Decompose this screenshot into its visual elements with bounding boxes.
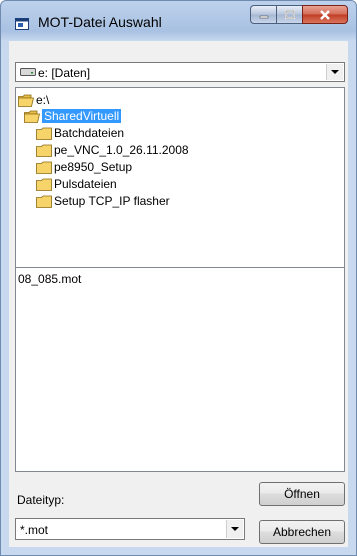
dialog-window: MOT-Datei Auswahl e: [Daten] e:\ SharedV… bbox=[0, 0, 357, 556]
drive-combo-arrow[interactable] bbox=[326, 64, 343, 80]
filetype-combo[interactable]: *.mot bbox=[15, 518, 245, 540]
folder-icon bbox=[36, 195, 52, 208]
filetype-label: Dateityp: bbox=[17, 493, 65, 507]
drive-combo-value: e: [Daten] bbox=[38, 66, 91, 80]
folder-label: SharedVirtuell bbox=[42, 109, 122, 123]
folder-icon bbox=[36, 161, 52, 174]
chevron-down-icon bbox=[331, 70, 339, 74]
close-button[interactable] bbox=[302, 5, 348, 24]
drive-combo[interactable]: e: [Daten] bbox=[15, 62, 345, 82]
folder-item-root[interactable]: e:\ bbox=[18, 92, 49, 108]
folder-label: Pulsdateien bbox=[54, 177, 117, 191]
window-title: MOT-Datei Auswahl bbox=[38, 14, 162, 30]
open-folder-icon bbox=[24, 110, 40, 123]
open-button[interactable]: Öffnen bbox=[259, 482, 345, 506]
folder-label: Setup TCP_IP flasher bbox=[54, 194, 170, 208]
folder-item-batchdateien[interactable]: Batchdateien bbox=[36, 125, 124, 141]
minimize-icon bbox=[259, 15, 268, 18]
title-bar[interactable]: MOT-Datei Auswahl bbox=[1, 1, 356, 41]
folder-tree[interactable]: e:\ SharedVirtuell Batchdateien pe_VNC_1… bbox=[15, 87, 345, 275]
cancel-button[interactable]: Abbrechen bbox=[259, 520, 345, 544]
folder-label: Batchdateien bbox=[54, 126, 125, 140]
open-folder-icon bbox=[18, 94, 34, 107]
folder-item-pe-vnc[interactable]: pe_VNC_1.0_26.11.2008 bbox=[36, 142, 189, 158]
filetype-combo-arrow[interactable] bbox=[226, 520, 243, 538]
folder-item-setup-tcp-ip-flasher[interactable]: Setup TCP_IP flasher bbox=[36, 193, 170, 209]
close-icon bbox=[320, 9, 330, 20]
folder-item-sharedvirtuell[interactable]: SharedVirtuell bbox=[24, 108, 122, 124]
chevron-down-icon bbox=[231, 527, 239, 531]
folder-icon bbox=[36, 144, 52, 157]
maximize-icon bbox=[284, 9, 295, 19]
app-icon bbox=[15, 18, 29, 30]
drive-icon bbox=[20, 68, 36, 76]
folder-label: e:\ bbox=[36, 93, 50, 107]
minimize-button[interactable] bbox=[250, 5, 276, 24]
folder-icon bbox=[36, 127, 52, 140]
file-item[interactable]: 08_085.mot bbox=[18, 272, 81, 286]
filetype-combo-value: *.mot bbox=[20, 523, 49, 537]
caption-buttons bbox=[250, 5, 348, 25]
folder-label: pe8950_Setup bbox=[54, 160, 133, 174]
folder-icon bbox=[36, 178, 52, 191]
folder-label: pe_VNC_1.0_26.11.2008 bbox=[54, 143, 189, 157]
file-list[interactable]: 08_085.mot bbox=[15, 267, 345, 472]
folder-item-pe8950-setup[interactable]: pe8950_Setup bbox=[36, 159, 132, 175]
folder-item-pulsdateien[interactable]: Pulsdateien bbox=[36, 176, 117, 192]
maximize-button[interactable] bbox=[276, 5, 302, 24]
